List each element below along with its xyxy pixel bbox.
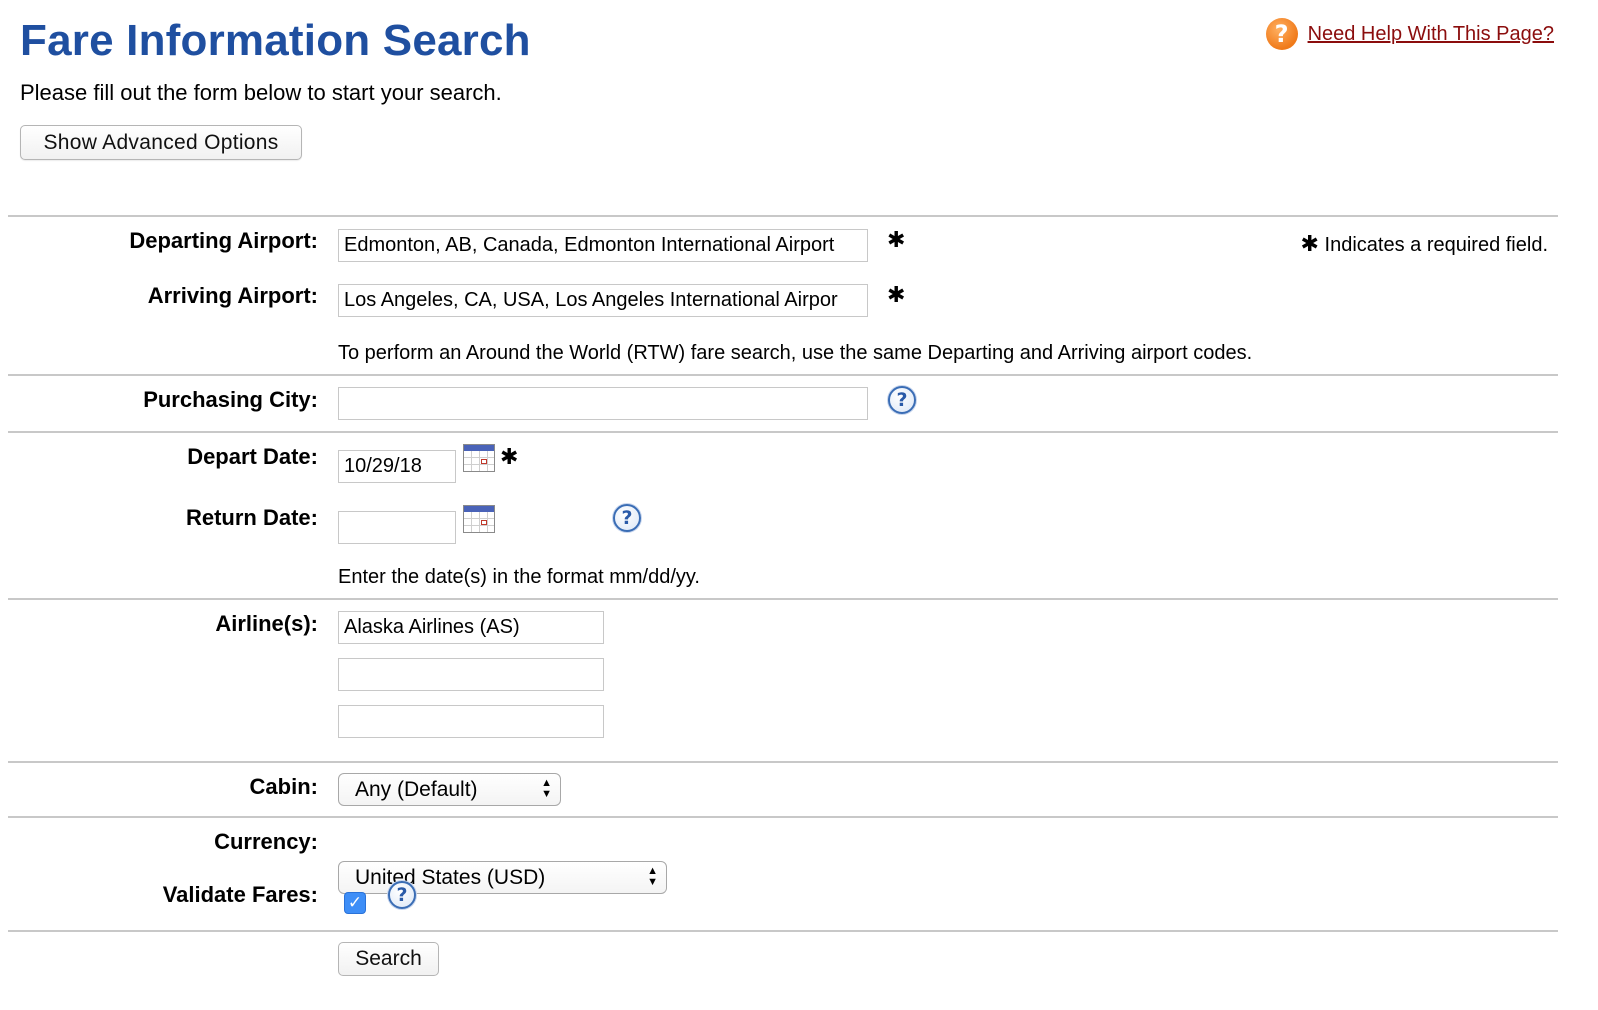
select-arrows-icon: ▲ ▼ <box>541 777 552 800</box>
airlines-label: Airline(s): <box>215 611 318 636</box>
currency-selected-value: United States (USD) <box>355 865 546 889</box>
depart-date-label: Depart Date: <box>187 444 318 469</box>
required-field-note: ✱ Indicates a required field. <box>1301 232 1548 257</box>
return-date-input[interactable] <box>338 511 456 544</box>
return-date-label: Return Date: <box>185 505 318 530</box>
calendar-icon[interactable] <box>463 505 495 533</box>
cabin-selected-value: Any (Default) <box>355 777 478 801</box>
departing-airport-label: Departing Airport: <box>129 228 318 253</box>
airline-input-1[interactable] <box>338 611 604 644</box>
validate-fares-checkbox[interactable]: ✓ <box>344 892 366 914</box>
select-arrows-icon: ▲ ▼ <box>647 865 658 888</box>
rtw-note: To perform an Around the World (RTW) far… <box>338 342 1253 364</box>
arriving-airport-input[interactable] <box>338 284 868 317</box>
calendar-icon[interactable] <box>463 444 495 472</box>
depart-date-input[interactable] <box>338 450 456 483</box>
required-star-icon: ✱ <box>1300 232 1319 257</box>
purchasing-city-label: Purchasing City: <box>143 387 318 412</box>
cabin-label: Cabin: <box>249 774 318 799</box>
section-divider <box>8 761 1558 763</box>
required-star-icon: ✱ <box>500 445 519 470</box>
page-subtitle: Please fill out the form below to start … <box>20 80 502 105</box>
currency-select[interactable]: United States (USD) ▲ ▼ <box>338 861 667 894</box>
arriving-airport-label: Arriving Airport: <box>147 283 318 308</box>
required-star-icon: ✱ <box>887 228 906 253</box>
search-button[interactable]: Search <box>338 942 439 976</box>
return-date-help-icon[interactable]: ? <box>613 504 641 532</box>
required-star-icon: ✱ <box>887 283 906 308</box>
airline-input-3[interactable] <box>338 705 604 738</box>
purchasing-city-input[interactable] <box>338 387 868 420</box>
section-divider <box>8 215 1558 217</box>
section-divider <box>8 374 1558 376</box>
help-link[interactable]: Need Help With This Page? <box>1308 23 1554 46</box>
cabin-select[interactable]: Any (Default) ▲ ▼ <box>338 773 561 806</box>
date-format-note: Enter the date(s) in the format mm/dd/yy… <box>338 566 700 588</box>
airline-input-2[interactable] <box>338 658 604 691</box>
validate-fares-help-icon[interactable]: ? <box>388 881 416 909</box>
help-question-icon[interactable]: ? <box>1265 18 1298 50</box>
help-link-container[interactable]: ? Need Help With This Page? <box>1265 18 1554 50</box>
purchasing-city-help-icon[interactable]: ? <box>888 386 916 414</box>
required-note-text: Indicates a required field. <box>1324 234 1548 256</box>
currency-label: Currency: <box>214 829 318 854</box>
section-divider <box>8 930 1558 932</box>
page-title: Fare Information Search <box>20 16 531 65</box>
departing-airport-input[interactable] <box>338 229 868 262</box>
section-divider <box>8 598 1558 600</box>
section-divider <box>8 431 1558 433</box>
section-divider <box>8 816 1558 818</box>
validate-fares-label: Validate Fares: <box>162 882 318 907</box>
show-advanced-options-button[interactable]: Show Advanced Options <box>20 125 302 160</box>
